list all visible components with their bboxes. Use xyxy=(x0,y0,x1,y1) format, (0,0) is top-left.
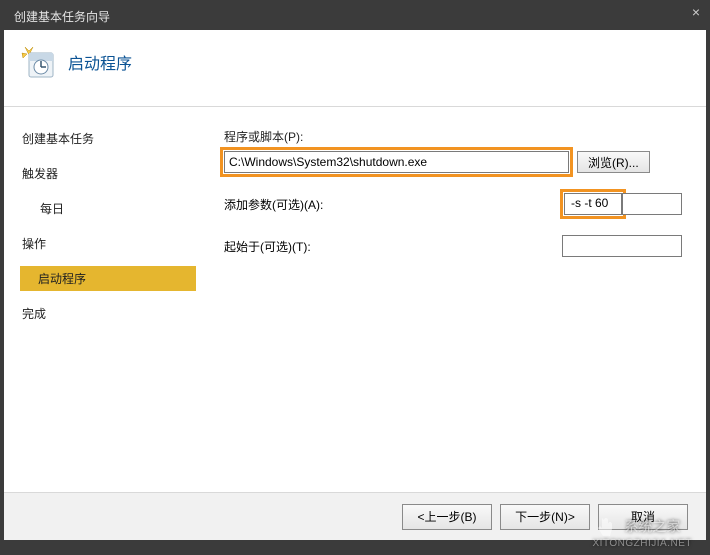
window-titlebar: 创建基本任务向导 × xyxy=(4,4,706,30)
sidebar-step-create[interactable]: 创建基本任务 xyxy=(22,126,196,151)
args-label: 添加参数(可选)(A): xyxy=(224,196,354,213)
program-label: 程序或脚本(P): xyxy=(224,128,682,145)
wizard-footer: <上一步(B) 下一步(N)> 取消 xyxy=(4,492,706,540)
back-button[interactable]: <上一步(B) xyxy=(402,504,492,530)
page-title: 启动程序 xyxy=(68,50,132,74)
sidebar-step-action-startprogram[interactable]: 启动程序 xyxy=(20,266,196,291)
browse-button[interactable]: 浏览(R)... xyxy=(577,151,650,173)
sidebar-step-action[interactable]: 操作 xyxy=(22,231,196,256)
sidebar-step-trigger[interactable]: 触发器 xyxy=(22,161,196,186)
wizard-header: 启动程序 xyxy=(4,30,706,107)
close-icon[interactable]: × xyxy=(692,4,700,20)
args-input[interactable]: -s -t 60 xyxy=(564,193,622,215)
cancel-button[interactable]: 取消 xyxy=(598,504,688,530)
form-area: 程序或脚本(P): 浏览(R)... 添加参数(可选)(A): -s -t 60 xyxy=(196,110,706,492)
args-input-extra[interactable] xyxy=(622,193,682,215)
next-button[interactable]: 下一步(N)> xyxy=(500,504,590,530)
startdir-input[interactable] xyxy=(562,235,682,257)
program-input[interactable] xyxy=(224,151,569,173)
wizard-sidebar: 创建基本任务 触发器 每日 操作 启动程序 完成 xyxy=(4,110,196,492)
dialog-content: 启动程序 创建基本任务 触发器 每日 操作 启动程序 完成 程序或脚本(P): xyxy=(4,30,706,540)
sidebar-step-finish[interactable]: 完成 xyxy=(22,301,196,326)
startdir-label: 起始于(可选)(T): xyxy=(224,238,354,255)
wizard-icon xyxy=(20,44,56,80)
window-title: 创建基本任务向导 xyxy=(14,10,110,24)
sidebar-step-trigger-daily[interactable]: 每日 xyxy=(22,196,196,221)
